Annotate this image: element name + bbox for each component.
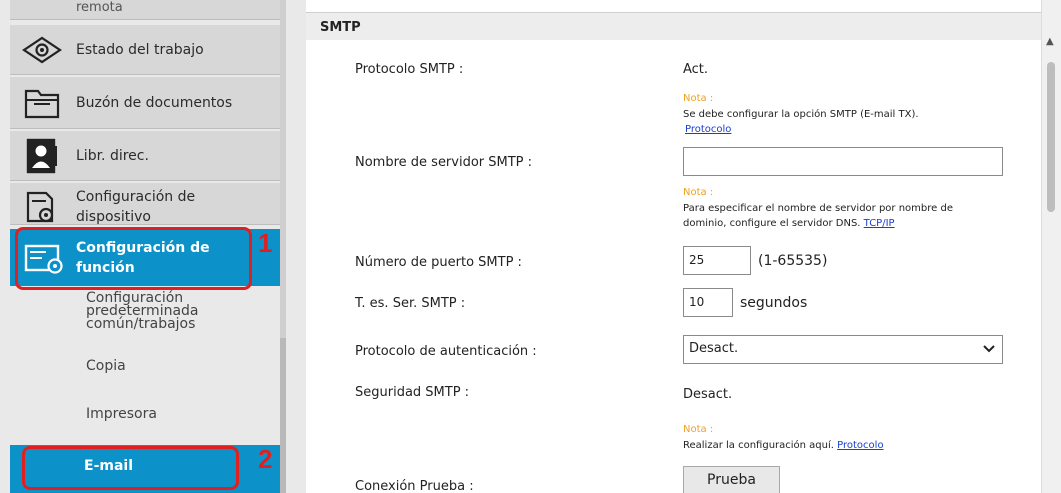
note-text-line: Para especificar el nombre de servidor p… xyxy=(683,203,953,214)
note-title: Nota : xyxy=(683,187,714,198)
sidebar-subitem-label: Copia xyxy=(86,358,126,374)
content-scrollbar-thumb[interactable] xyxy=(1047,62,1055,212)
smtp-timeout-label: T. es. Ser. SMTP : xyxy=(355,296,466,311)
test-button[interactable]: Prueba xyxy=(683,466,780,493)
sidebar-item-address-book[interactable]: Libr. direc. xyxy=(10,131,280,181)
sidebar-subitem-label-line3: común/trabajos xyxy=(86,316,196,332)
sidebar-subitem-copy[interactable]: Copia xyxy=(10,348,280,388)
sidebar-item-label-line2: dispositivo xyxy=(76,209,151,225)
sidebar: remota Estado del trabajo Buzón de docum… xyxy=(0,0,280,493)
connection-test-label: Conexión Prueba : xyxy=(355,479,474,493)
note-text: Realizar la configuración aquí. Protocol… xyxy=(683,438,884,453)
folder-icon xyxy=(22,85,62,125)
sidebar-item-device-settings[interactable]: Configuración de dispositivo xyxy=(10,183,280,225)
sidebar-item-label: Libr. direc. xyxy=(76,148,149,164)
callout-number-1: 1 xyxy=(258,228,273,258)
section-header: SMTP xyxy=(306,12,1041,40)
smtp-server-label: Nombre de servidor SMTP : xyxy=(355,155,533,170)
callout-number-2: 2 xyxy=(258,444,273,474)
protocol-link[interactable]: Protocolo xyxy=(685,124,731,135)
smtp-port-input[interactable]: 25 xyxy=(683,246,751,275)
auth-protocol-selected: Desact. xyxy=(689,341,739,356)
auth-protocol-select[interactable]: Desact. xyxy=(683,335,1003,364)
auth-protocol-label: Protocolo de autenticación : xyxy=(355,344,537,359)
callout-box-1 xyxy=(15,227,252,290)
note-title: Nota : xyxy=(683,424,714,435)
smtp-timeout-input[interactable]: 10 xyxy=(683,288,733,317)
sidebar-subitem-printer[interactable]: Impresora xyxy=(10,396,280,436)
smtp-port-label: Número de puerto SMTP : xyxy=(355,255,522,270)
eye-icon xyxy=(22,35,62,69)
sidebar-subitem-label: Configuración predeterminada común/traba… xyxy=(86,291,199,332)
smtp-security-value: Desact. xyxy=(683,387,733,402)
sidebar-item-label: Buzón de documentos xyxy=(76,95,233,111)
tcpip-link[interactable]: TCP/IP xyxy=(864,218,895,229)
sidebar-subitem-label: Impresora xyxy=(86,406,157,422)
sidebar-item-label: Estado del trabajo xyxy=(76,42,204,58)
callout-box-2 xyxy=(22,446,239,490)
device-settings-icon xyxy=(22,189,62,229)
sidebar-item-remote[interactable]: remota xyxy=(10,0,280,20)
sidebar-subitem-common-defaults[interactable]: Configuración predeterminada común/traba… xyxy=(10,288,280,336)
sidebar-item-job-status[interactable]: Estado del trabajo xyxy=(10,25,280,75)
address-book-icon xyxy=(22,138,62,178)
smtp-protocol-label: Protocolo SMTP : xyxy=(355,62,464,77)
smtp-security-label: Seguridad SMTP : xyxy=(355,385,470,400)
note-text-line: Realizar la configuración aquí. xyxy=(683,440,834,451)
scroll-up-icon[interactable]: ▲ xyxy=(1046,36,1054,47)
sidebar-item-label: remota xyxy=(76,0,123,15)
sidebar-item-label-line1: Configuración de xyxy=(76,189,196,205)
note-text-line: Se debe configurar la opción SMTP (E-mai… xyxy=(683,109,919,120)
smtp-port-range: (1-65535) xyxy=(758,253,828,269)
chevron-down-icon xyxy=(982,336,996,372)
note-text-line: dominio, configure el servidor DNS. xyxy=(683,218,861,229)
sidebar-item-document-box[interactable]: Buzón de documentos xyxy=(10,77,280,129)
smtp-protocol-value: Act. xyxy=(683,62,709,77)
sidebar-item-label: Configuración de dispositivo xyxy=(76,187,195,227)
note-text: Se debe configurar la opción SMTP (E-mai… xyxy=(683,107,919,137)
smtp-server-input[interactable] xyxy=(683,147,1003,176)
content-gutter xyxy=(286,0,306,493)
note-title: Nota : xyxy=(683,93,714,104)
section-title: SMTP xyxy=(320,20,361,35)
smtp-timeout-unit: segundos xyxy=(740,295,808,311)
note-text: Para especificar el nombre de servidor p… xyxy=(683,201,953,231)
protocol-link[interactable]: Protocolo xyxy=(837,440,883,451)
